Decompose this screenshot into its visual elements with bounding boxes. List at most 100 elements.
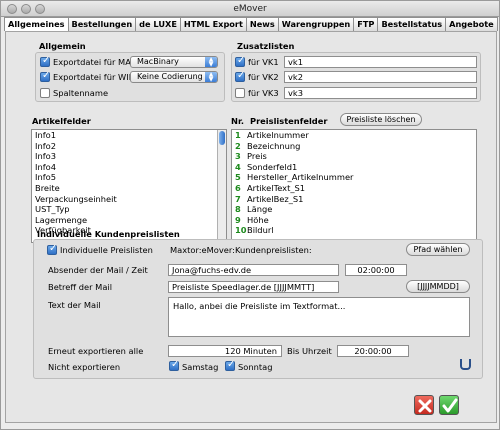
sonntag-checkbox[interactable] <box>225 359 235 371</box>
pfad-waehlen-button[interactable]: Pfad wählen <box>406 243 470 256</box>
row-name: Höhe <box>247 214 269 225</box>
bis-uhrzeit-label: Bis Uhrzeit <box>287 346 332 356</box>
samstag-checkbox[interactable] <box>169 359 179 371</box>
list-item[interactable]: 8 Länge <box>232 204 476 215</box>
bis-uhrzeit-input[interactable]: 20:00:00 <box>337 345 409 357</box>
list-item[interactable]: Info4 <box>32 162 226 173</box>
allgemeines-panel: Allgemein Exportdatei für MAC MacBinary … <box>5 31 497 423</box>
list-item[interactable]: Info2 <box>32 141 226 152</box>
tab-bestellstatus[interactable]: Bestellstatus <box>377 17 447 31</box>
vk2-label: für VK2 <box>248 72 279 82</box>
list-item[interactable]: 5 Hersteller_Artikelnummer <box>232 172 476 183</box>
tab-de-luxe[interactable]: de LUXE <box>135 17 181 31</box>
export-interval-input[interactable]: 120 Minuten <box>168 345 282 357</box>
tab-warengruppen[interactable]: Warengruppen <box>277 17 355 31</box>
list-item[interactable]: 1 Artikelnummer <box>232 130 476 141</box>
win-encoding-select[interactable]: Keine Codierung ▲ ▼ <box>130 71 218 83</box>
row-number: 3 <box>235 151 241 162</box>
ok-icon[interactable] <box>439 395 459 415</box>
row-number: 7 <box>235 193 241 204</box>
mail-text-area[interactable]: Hallo, anbei die Preisliste im Textforma… <box>168 297 470 337</box>
nr-heading: Nr. <box>231 116 245 126</box>
tab-su[interactable]: Su <box>496 17 498 31</box>
zusatzlisten-heading: Zusatzlisten <box>237 41 295 51</box>
list-item[interactable]: 2 Bezeichnung <box>232 141 476 152</box>
upload-icon[interactable] <box>460 359 471 370</box>
close-window-icon[interactable] <box>7 4 17 14</box>
tab-bar: Allgemeines Bestellungen de LUXE HTML Expor… <box>4 17 498 31</box>
list-item[interactable]: Info5 <box>32 172 226 183</box>
path-text: Maxtor:eMover:Kundenpreislisten: <box>170 245 312 255</box>
list-item[interactable]: Verpackungseinheit <box>32 194 226 205</box>
minimize-window-icon[interactable] <box>21 4 31 14</box>
vk3-input[interactable]: vk3 <box>284 87 477 99</box>
select-arrows-icon: ▲ ▼ <box>205 72 217 83</box>
vk3-checkbox[interactable] <box>235 88 245 98</box>
list-item[interactable]: 4 Sonderfeld1 <box>232 162 476 173</box>
vk1-label: für VK1 <box>248 57 279 67</box>
scroll-thumb[interactable] <box>219 131 225 145</box>
emover-window: eMover Allgemeines Bestellungen de LUXE HTM… <box>0 0 500 430</box>
row-number: 1 <box>235 130 241 140</box>
individuelle-preislisten-checkbox[interactable] <box>47 243 57 255</box>
tab-html-export[interactable]: HTML Export <box>179 17 247 31</box>
list-item[interactable]: Info3 <box>32 151 226 162</box>
vk2-checkbox[interactable] <box>235 70 245 82</box>
individuelle-preislisten-label: Individuelle Preislisten <box>60 245 153 255</box>
list-item[interactable]: 9 Höhe <box>232 215 476 226</box>
list-item[interactable]: 10Bildurl <box>232 225 476 236</box>
row-name: Bezeichnung <box>247 140 301 151</box>
list-item[interactable]: Breite <box>32 183 226 194</box>
erneut-exportieren-label: Erneut exportieren alle <box>48 346 144 356</box>
mac-export-checkbox[interactable] <box>40 55 50 67</box>
tab-news[interactable]: News <box>245 17 279 31</box>
row-number: 10 <box>235 225 247 236</box>
row-name: Sonderfeld1 <box>247 161 298 172</box>
vk2-input[interactable]: vk2 <box>284 71 477 83</box>
mac-export-label: Exportdatei für MAC <box>53 57 137 67</box>
vk1-checkbox[interactable] <box>235 55 245 67</box>
win-export-checkbox[interactable] <box>40 70 50 82</box>
row-number: 4 <box>235 161 241 172</box>
row-name: Länge <box>247 204 273 215</box>
vk1-input[interactable]: vk1 <box>284 56 477 68</box>
vk3-label: für VK3 <box>248 88 279 98</box>
win-export-label: Exportdatei für WIN <box>53 72 135 82</box>
list-item[interactable]: Lagermenge <box>32 215 226 226</box>
tab-bestellungen[interactable]: Bestellungen <box>67 17 137 31</box>
list-item[interactable]: 3 Preis <box>232 151 476 162</box>
absender-input[interactable]: Jona@fuchs-edv.de <box>168 264 339 276</box>
row-name: Artikelnummer <box>247 130 309 140</box>
sonntag-label: Sonntag <box>238 362 273 372</box>
row-number: 9 <box>235 214 241 225</box>
tab-angebote[interactable]: Angebote <box>445 17 498 31</box>
mac-encoding-select[interactable]: MacBinary ▲ ▼ <box>130 56 218 68</box>
zoom-window-icon[interactable] <box>35 4 45 14</box>
list-item[interactable]: UST_Typ <box>32 204 226 215</box>
cancel-icon[interactable] <box>414 395 434 415</box>
list-item[interactable]: 6 ArtikelText_S1 <box>232 183 476 194</box>
row-number: 5 <box>235 172 241 183</box>
send-time-input[interactable]: 02:00:00 <box>345 264 407 276</box>
artikelfelder-scrollbar[interactable] <box>217 130 226 242</box>
list-item[interactable]: Info1 <box>32 130 226 141</box>
preislistenfelder-list[interactable]: 1 Artikelnummer 2 Bezeichnung 3 Preis 4 Sond… <box>231 129 477 243</box>
list-item[interactable]: 7 ArtikelBez_S1 <box>232 194 476 205</box>
preisliste-loeschen-button[interactable]: Preisliste löschen <box>340 113 422 126</box>
row-name: ArtikelBez_S1 <box>247 193 304 204</box>
mac-encoding-value: MacBinary <box>137 57 179 66</box>
nicht-exportieren-label: Nicht exportieren <box>48 362 121 372</box>
select-arrows-icon: ▲ ▼ <box>205 57 217 68</box>
spaltenname-checkbox[interactable] <box>40 88 50 98</box>
date-placeholder-button[interactable]: [JJJJMMDD] <box>406 280 470 293</box>
preislistenfelder-heading: Preislistenfelder <box>250 116 328 126</box>
window-title: eMover <box>233 4 267 14</box>
row-name: ArtikelText_S1 <box>247 182 306 193</box>
artikelfelder-list[interactable]: Info1 Info2 Info3 Info4 Info5 Breite Ver… <box>31 129 227 243</box>
samstag-label: Samstag <box>182 362 219 372</box>
tab-allgemeines[interactable]: Allgemeines <box>4 17 69 31</box>
row-name: Preis <box>247 151 267 162</box>
kundenpreislisten-heading: Individuelle Kundenpreislisten <box>37 229 180 239</box>
tab-ftp[interactable]: FTP <box>353 17 379 31</box>
betreff-input[interactable]: Preisliste Speedlager.de [JJJJMMTT] <box>168 281 339 293</box>
